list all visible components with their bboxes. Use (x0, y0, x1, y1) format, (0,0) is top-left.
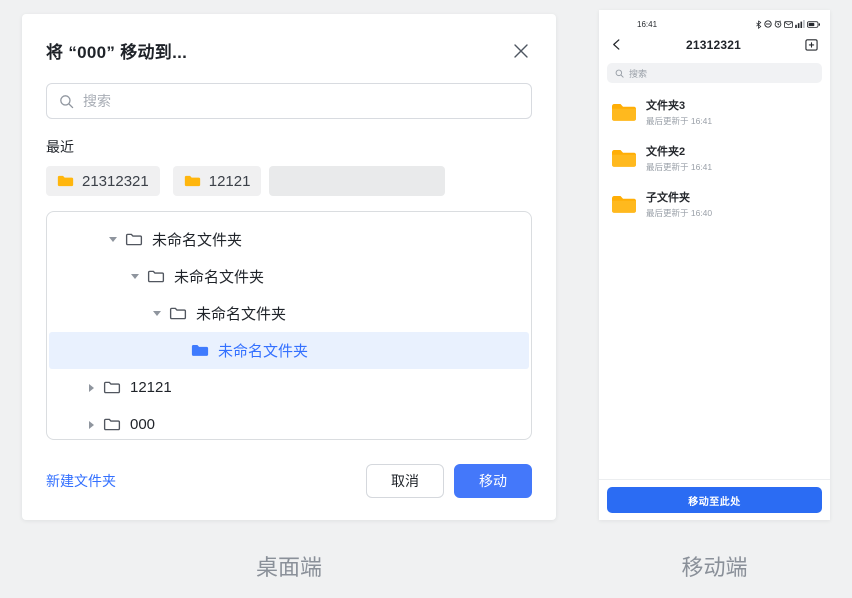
alarm-icon (774, 20, 782, 28)
tree-item[interactable]: 未命名文件夹 (49, 295, 529, 332)
dialog-footer: 新建文件夹 取消 移动 (46, 464, 532, 498)
recent-chip[interactable]: 21312321 (46, 166, 160, 196)
recent-section-label: 最近 (46, 137, 532, 157)
tree-item[interactable]: 未命名文件夹 (49, 221, 529, 258)
search-input[interactable] (83, 93, 519, 109)
mobile-page-title: 21312321 (686, 38, 741, 52)
tree-item-label: 12121 (130, 379, 172, 396)
tree-item-label: 未命名文件夹 (174, 266, 264, 287)
tree-item-label: 未命名文件夹 (152, 229, 242, 250)
recent-chip-label: 21312321 (82, 173, 149, 190)
folder-icon (184, 174, 201, 188)
recent-chip-empty[interactable] (269, 166, 445, 196)
caret-right-icon[interactable] (81, 421, 101, 429)
comparison-canvas: 将 “000” 移动到... 最近 21312321 (0, 0, 852, 598)
status-icons (755, 20, 820, 29)
caret-down-icon[interactable] (125, 274, 145, 279)
list-item[interactable]: 子文件夹 最后更新于 16:40 (599, 181, 830, 227)
folder-icon (611, 102, 637, 123)
folder-icon (611, 148, 637, 169)
search-icon (59, 94, 74, 109)
folder-icon (169, 306, 187, 321)
folder-icon (57, 174, 74, 188)
list-item[interactable]: 文件夹2 最后更新于 16:41 (599, 135, 830, 181)
folder-icon (103, 380, 121, 395)
status-time: 16:41 (637, 20, 657, 29)
dnd-icon (764, 20, 772, 28)
caret-right-icon[interactable] (81, 384, 101, 392)
file-name: 文件夹3 (646, 97, 712, 113)
cancel-button[interactable]: 取消 (366, 464, 444, 498)
recent-chip[interactable]: 12121 (173, 166, 262, 196)
folder-icon (103, 417, 121, 432)
signal-icon (795, 20, 805, 28)
caption-desktop: 桌面端 (0, 550, 578, 582)
file-name: 子文件夹 (646, 189, 712, 205)
back-icon[interactable] (611, 39, 622, 50)
list-item[interactable]: 文件夹3 最后更新于 16:41 (599, 89, 830, 135)
folder-icon (125, 232, 143, 247)
caret-down-icon[interactable] (147, 311, 167, 316)
tree-item[interactable]: 000 (49, 406, 529, 440)
tree-item-label: 未命名文件夹 (196, 303, 286, 324)
folder-tree: 未命名文件夹 未命名文件夹 未命名文件夹 未命名文件 (46, 211, 532, 440)
caret-down-icon[interactable] (103, 237, 123, 242)
bluetooth-icon (755, 20, 762, 29)
tree-item[interactable]: 12121 (49, 369, 529, 406)
recent-chip-label: 12121 (209, 173, 251, 190)
new-folder-icon[interactable] (805, 38, 818, 51)
tree-item-selected[interactable]: 未命名文件夹 (49, 332, 529, 369)
status-bar: 16:41 (599, 10, 830, 31)
mail-icon (784, 21, 793, 28)
recent-chips: 21312321 12121 (46, 166, 532, 196)
tree-item-label: 000 (130, 416, 155, 433)
move-button[interactable]: 移动 (454, 464, 532, 498)
mobile-screen: 16:41 21312321 搜索 (599, 10, 830, 520)
mobile-search-placeholder: 搜索 (629, 67, 647, 80)
file-meta: 最后更新于 16:41 (646, 115, 712, 127)
battery-icon (807, 21, 820, 28)
desktop-move-dialog: 将 “000” 移动到... 最近 21312321 (22, 14, 556, 520)
file-meta: 最后更新于 16:41 (646, 161, 712, 173)
close-icon[interactable] (510, 40, 532, 62)
dialog-title: 将 “000” 移动到... (46, 38, 187, 63)
caption-mobile: 移动端 (599, 550, 830, 582)
folder-icon-selected (191, 343, 209, 358)
folder-icon (611, 194, 637, 215)
move-here-button[interactable]: 移动至此处 (607, 487, 822, 513)
mobile-search-bar[interactable]: 搜索 (607, 63, 822, 83)
search-icon (615, 69, 624, 78)
search-box[interactable] (46, 83, 532, 119)
file-name: 文件夹2 (646, 143, 712, 159)
tree-item-label: 未命名文件夹 (218, 340, 308, 361)
dialog-header: 将 “000” 移动到... (46, 38, 532, 63)
new-folder-link[interactable]: 新建文件夹 (46, 471, 116, 491)
folder-icon (147, 269, 165, 284)
mobile-nav-bar: 21312321 (599, 31, 830, 58)
mobile-file-list: 文件夹3 最后更新于 16:41 文件夹2 最后更新于 16:41 子文 (599, 89, 830, 479)
tree-item[interactable]: 未命名文件夹 (49, 258, 529, 295)
mobile-footer: 移动至此处 (599, 479, 830, 520)
file-meta: 最后更新于 16:40 (646, 207, 712, 219)
